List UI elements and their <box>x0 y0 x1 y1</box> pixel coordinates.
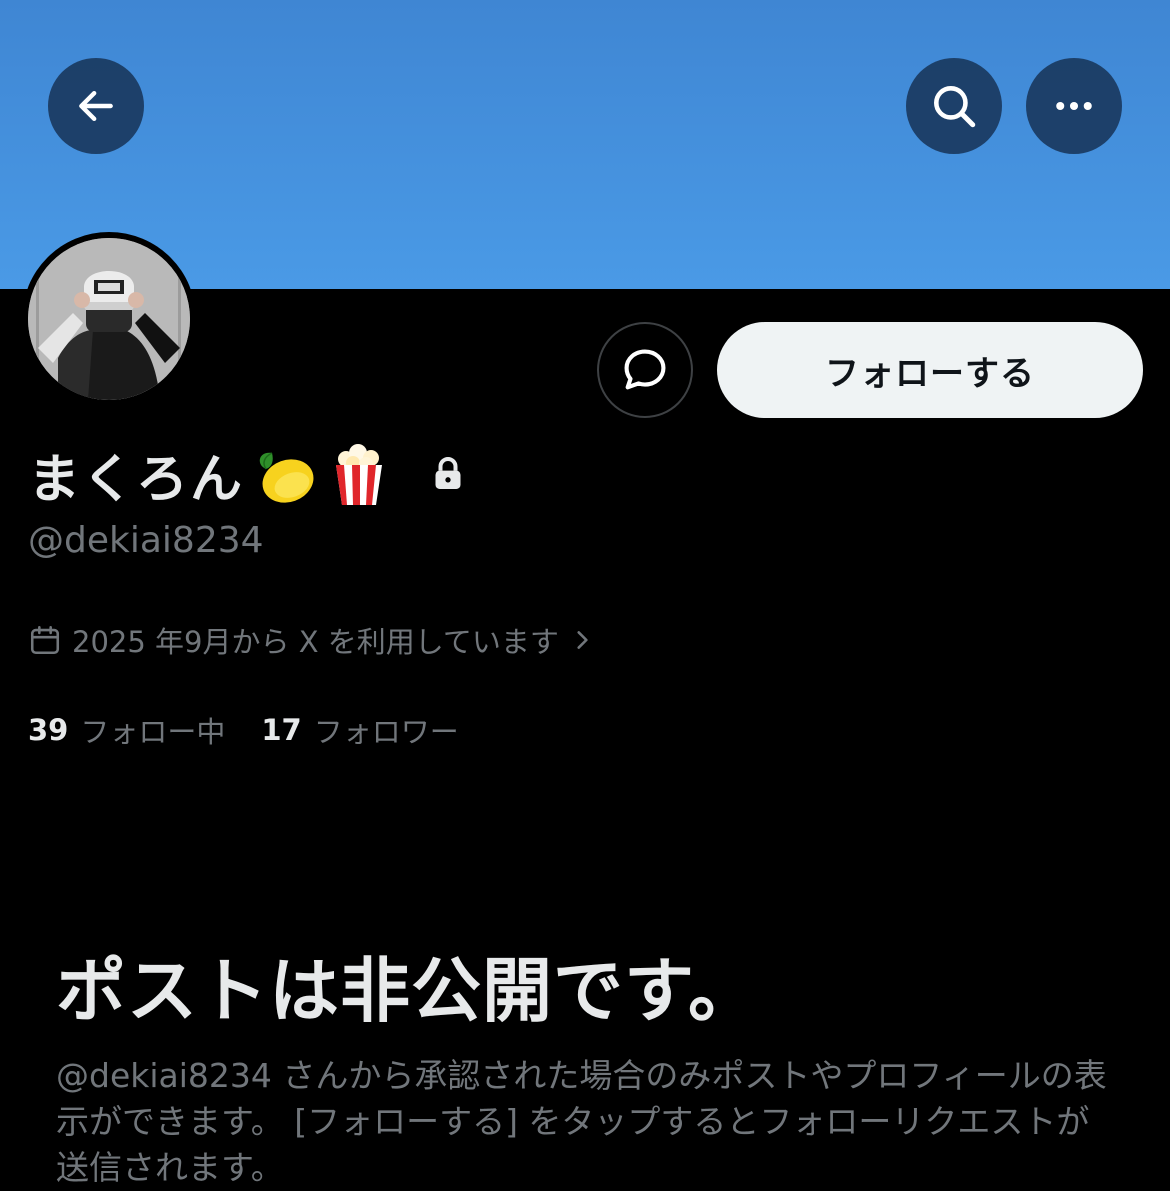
following-label[interactable]: フォロー中 <box>80 709 225 751</box>
search-button[interactable] <box>906 58 1002 154</box>
followers-count[interactable]: 17 <box>261 713 301 747</box>
private-notice-title: ポストは非公開です。 <box>56 950 759 1032</box>
private-notice-description: @dekiai8234 さんから承認された場合のみポストやプロフィールの表示がで… <box>56 1056 1107 1187</box>
message-bubble-icon <box>624 349 666 390</box>
followers-label[interactable]: フォロワー <box>314 709 459 751</box>
joined-text: 2025 年9月から X を利用しています <box>72 625 559 659</box>
popcorn-emoji-icon <box>326 441 392 507</box>
chevron-right-icon <box>577 631 588 649</box>
more-button[interactable] <box>1026 58 1122 154</box>
avatar[interactable] <box>22 232 196 406</box>
avatar-image <box>28 238 190 400</box>
display-name: まくろん <box>28 449 245 510</box>
search-icon <box>934 86 976 128</box>
name-row: まくろん <box>28 436 468 512</box>
profile-banner[interactable] <box>0 0 1170 289</box>
lemon-emoji-icon <box>252 441 318 507</box>
follow-button[interactable]: フォローする <box>717 322 1143 418</box>
handle: @dekiai8234 <box>28 520 264 561</box>
more-horizontal-icon <box>1056 101 1092 111</box>
stats-row: 39 フォロー中 17 フォロワー <box>28 708 495 752</box>
back-button[interactable] <box>48 58 144 154</box>
arrow-left-icon <box>79 90 113 122</box>
following-count[interactable]: 39 <box>28 713 68 747</box>
calendar-icon <box>30 625 60 655</box>
joined-date[interactable]: 2025 年9月から X を利用しています <box>28 618 595 662</box>
lock-icon <box>428 454 468 494</box>
message-button[interactable] <box>597 322 693 418</box>
